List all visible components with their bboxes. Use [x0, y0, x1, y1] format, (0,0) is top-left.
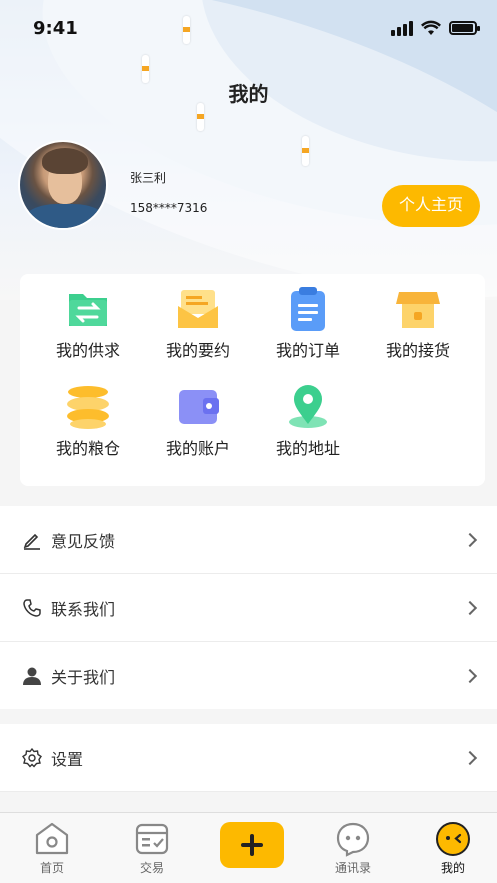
tab-label: 交易 [139, 861, 164, 875]
tab-label: 首页 [39, 861, 64, 875]
menu-label: 意见反馈 [51, 531, 116, 551]
menu-label: 联系我们 [51, 599, 116, 619]
user-name: 张三利 [130, 171, 167, 185]
wallet-icon [175, 384, 221, 430]
user-phone: 158****7316 [130, 201, 208, 215]
order-clipboard-icon [285, 286, 331, 332]
chevron-right-icon [462, 532, 478, 547]
cellular-signal-icon [391, 20, 413, 36]
gear-icon [22, 747, 42, 768]
grid-item-offers[interactable]: 我的要约 [143, 286, 253, 361]
grid-label: 我的粮仓 [55, 439, 120, 458]
tab-mine[interactable]: 我的 [413, 813, 493, 883]
grid-item-account[interactable]: 我的账户 [143, 384, 253, 459]
granary-icon [65, 384, 111, 430]
menu-item-settings[interactable]: 设置 [0, 724, 497, 791]
profile-face-icon [436, 822, 470, 856]
phone-icon [23, 598, 41, 617]
wifi-icon [421, 20, 441, 35]
menu-label: 关于我们 [51, 667, 116, 687]
grid-label: 我的接货 [385, 341, 450, 360]
store-receive-icon [395, 286, 441, 332]
grid-label: 我的账户 [165, 439, 230, 458]
supply-demand-icon [65, 286, 111, 332]
menu-item-contact-us[interactable]: 联系我们 [0, 574, 497, 641]
grid-item-address[interactable]: 我的地址 [253, 384, 363, 459]
decor-pole [197, 103, 204, 131]
contacts-chat-icon [336, 822, 370, 857]
tab-label: 我的 [440, 861, 465, 875]
menu-item-about-us[interactable]: 关于我们 [0, 642, 497, 709]
offer-envelope-icon [175, 286, 221, 332]
location-pin-icon [285, 384, 331, 430]
grid-label: 我的要约 [165, 341, 230, 360]
feature-grid: 我的供求 我的要约 我的订单 我的接货 我的粮仓 我的账户 我的地址 [20, 274, 485, 486]
status-time: 9:41 [33, 18, 78, 39]
grid-item-orders[interactable]: 我的订单 [253, 286, 363, 361]
add-publish-button[interactable] [220, 822, 284, 868]
grid-item-receiving[interactable]: 我的接货 [363, 286, 473, 361]
home-icon [35, 822, 69, 855]
battery-icon [449, 21, 480, 35]
user-icon [23, 667, 41, 685]
grid-item-supply-demand[interactable]: 我的供求 [33, 286, 143, 361]
chevron-right-icon [462, 750, 478, 765]
tab-home[interactable]: 首页 [12, 813, 92, 883]
menu-item-feedback[interactable]: 意见反馈 [0, 506, 497, 573]
grid-label: 我的订单 [275, 341, 340, 360]
grid-label: 我的地址 [275, 439, 340, 458]
menu-label: 设置 [51, 749, 84, 769]
personal-homepage-button[interactable]: 个人主页 [382, 185, 480, 227]
grid-label: 我的供求 [55, 341, 120, 360]
decor-pole [302, 136, 309, 166]
tab-contacts[interactable]: 通讯录 [313, 813, 393, 883]
page-title: 我的 [228, 82, 269, 106]
tab-trade[interactable]: 交易 [112, 813, 192, 883]
chevron-right-icon [462, 668, 478, 683]
edit-icon [23, 533, 40, 550]
trade-icon [135, 823, 169, 855]
chevron-right-icon [462, 600, 478, 615]
tab-label: 通讯录 [334, 861, 371, 875]
status-bar: 9:41 [0, 0, 497, 58]
grid-item-granary[interactable]: 我的粮仓 [33, 384, 143, 459]
avatar[interactable] [18, 140, 108, 230]
